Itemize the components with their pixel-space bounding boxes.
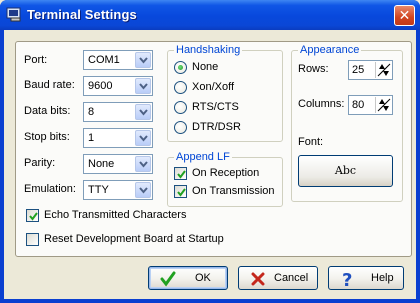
spin-arrows-icon <box>377 63 391 77</box>
title-bar[interactable]: Terminal Settings ✕ <box>0 0 420 30</box>
handshaking-xonxoff-label: Xon/Xoff <box>192 81 234 93</box>
settings-panel: Port: COM1 Baud rate: 9600 Data bits: 8 <box>15 41 412 257</box>
help-button[interactable]: ? Help <box>328 266 404 290</box>
parity-dropdown-button[interactable] <box>135 156 151 172</box>
cancel-label: Cancel <box>274 272 309 284</box>
stop-bits-select[interactable]: 1 <box>83 128 153 148</box>
data-bits-value: 8 <box>88 106 95 118</box>
chevron-down-icon <box>139 161 148 168</box>
baud-rate-dropdown-button[interactable] <box>135 78 151 94</box>
font-sample: Abc <box>334 164 357 177</box>
emulation-value: TTY <box>88 184 109 196</box>
append-lf-group: Append LF On Reception On Transmission <box>167 151 283 207</box>
close-button[interactable]: ✕ <box>394 5 415 26</box>
columns-spinner[interactable]: 80 <box>348 95 393 115</box>
terminal-app-icon <box>6 7 21 22</box>
stop-bits-dropdown-button[interactable] <box>135 130 151 146</box>
spin-arrows-icon <box>377 98 391 112</box>
data-bits-select[interactable]: 8 <box>83 102 153 122</box>
reset-board-label: Reset Development Board at Startup <box>44 233 224 245</box>
emulation-dropdown-button[interactable] <box>135 182 151 198</box>
echo-label: Echo Transmitted Characters <box>44 209 187 221</box>
baud-rate-value: 9600 <box>88 80 113 92</box>
append-lf-title: Append LF <box>174 151 232 163</box>
on-reception-checkbox[interactable] <box>174 167 187 180</box>
data-bits-dropdown-button[interactable] <box>135 104 151 120</box>
port-label: Port: <box>24 54 48 66</box>
ok-button[interactable]: OK <box>148 266 228 290</box>
rows-label: Rows: <box>298 63 329 75</box>
rows-value: 25 <box>352 64 365 76</box>
chevron-down-icon <box>139 83 148 90</box>
baud-rate-select[interactable]: 9600 <box>83 76 153 96</box>
emulation-select[interactable]: TTY <box>83 180 153 200</box>
checkmark-icon <box>29 212 38 221</box>
emulation-label: Emulation: <box>24 183 76 195</box>
on-transmission-label: On Transmission <box>192 185 275 197</box>
chevron-down-icon <box>139 187 148 194</box>
checkmark-icon <box>160 271 176 287</box>
parity-select[interactable]: None <box>83 154 153 174</box>
parity-label: Parity: <box>24 157 56 169</box>
columns-value: 80 <box>352 99 365 111</box>
chevron-down-icon <box>139 57 148 64</box>
echo-checkbox[interactable] <box>26 209 39 222</box>
rows-spin-buttons[interactable] <box>375 62 391 78</box>
chevron-down-icon <box>139 135 148 142</box>
data-bits-label: Data bits: <box>24 105 71 117</box>
handshaking-rtscts-radio[interactable] <box>174 101 187 114</box>
handshaking-group: Handshaking None Xon/Xoff RTS/CTS DTR/DS… <box>167 44 283 142</box>
cancel-button[interactable]: Cancel <box>238 266 318 290</box>
handshaking-rtscts-label: RTS/CTS <box>192 101 239 113</box>
radio-selected-dot <box>178 65 183 70</box>
help-icon: ? <box>342 270 352 288</box>
close-icon <box>251 272 265 286</box>
port-dropdown-button[interactable] <box>135 52 151 68</box>
parity-value: None <box>88 158 115 170</box>
window-title: Terminal Settings <box>27 7 137 22</box>
columns-spin-buttons[interactable] <box>375 97 391 113</box>
rows-spinner[interactable]: 25 <box>348 60 393 80</box>
stop-bits-label: Stop bits: <box>24 131 70 143</box>
appearance-group: Appearance Rows: 25 Columns: 80 Font: Ab… <box>291 44 403 202</box>
reset-board-checkbox[interactable] <box>26 233 39 246</box>
checkmark-icon <box>177 170 186 179</box>
handshaking-title: Handshaking <box>174 44 243 56</box>
appearance-title: Appearance <box>298 44 362 56</box>
dialog-client-area: Port: COM1 Baud rate: 9600 Data bits: 8 <box>4 30 416 299</box>
ok-label: OK <box>195 272 211 284</box>
terminal-settings-window: Terminal Settings ✕ Port: COM1 Baud rate… <box>0 0 420 303</box>
port-value: COM1 <box>88 54 120 66</box>
handshaking-xonxoff-radio[interactable] <box>174 81 187 94</box>
handshaking-dtrdsr-label: DTR/DSR <box>192 121 241 133</box>
handshaking-dtrdsr-radio[interactable] <box>174 121 187 134</box>
font-label: Font: <box>298 136 324 148</box>
baud-rate-label: Baud rate: <box>24 79 75 91</box>
handshaking-none-radio[interactable] <box>174 61 187 74</box>
svg-text:?: ? <box>342 270 352 288</box>
chevron-down-icon <box>139 109 148 116</box>
checkmark-icon <box>177 188 186 197</box>
on-reception-label: On Reception <box>192 167 260 179</box>
stop-bits-value: 1 <box>88 132 95 144</box>
close-icon: ✕ <box>398 7 411 23</box>
help-label: Help <box>371 272 394 284</box>
on-transmission-checkbox[interactable] <box>174 185 187 198</box>
columns-label: Columns: <box>298 98 345 110</box>
handshaking-none-label: None <box>192 61 219 73</box>
port-select[interactable]: COM1 <box>83 50 153 70</box>
font-button[interactable]: Abc <box>298 155 393 187</box>
